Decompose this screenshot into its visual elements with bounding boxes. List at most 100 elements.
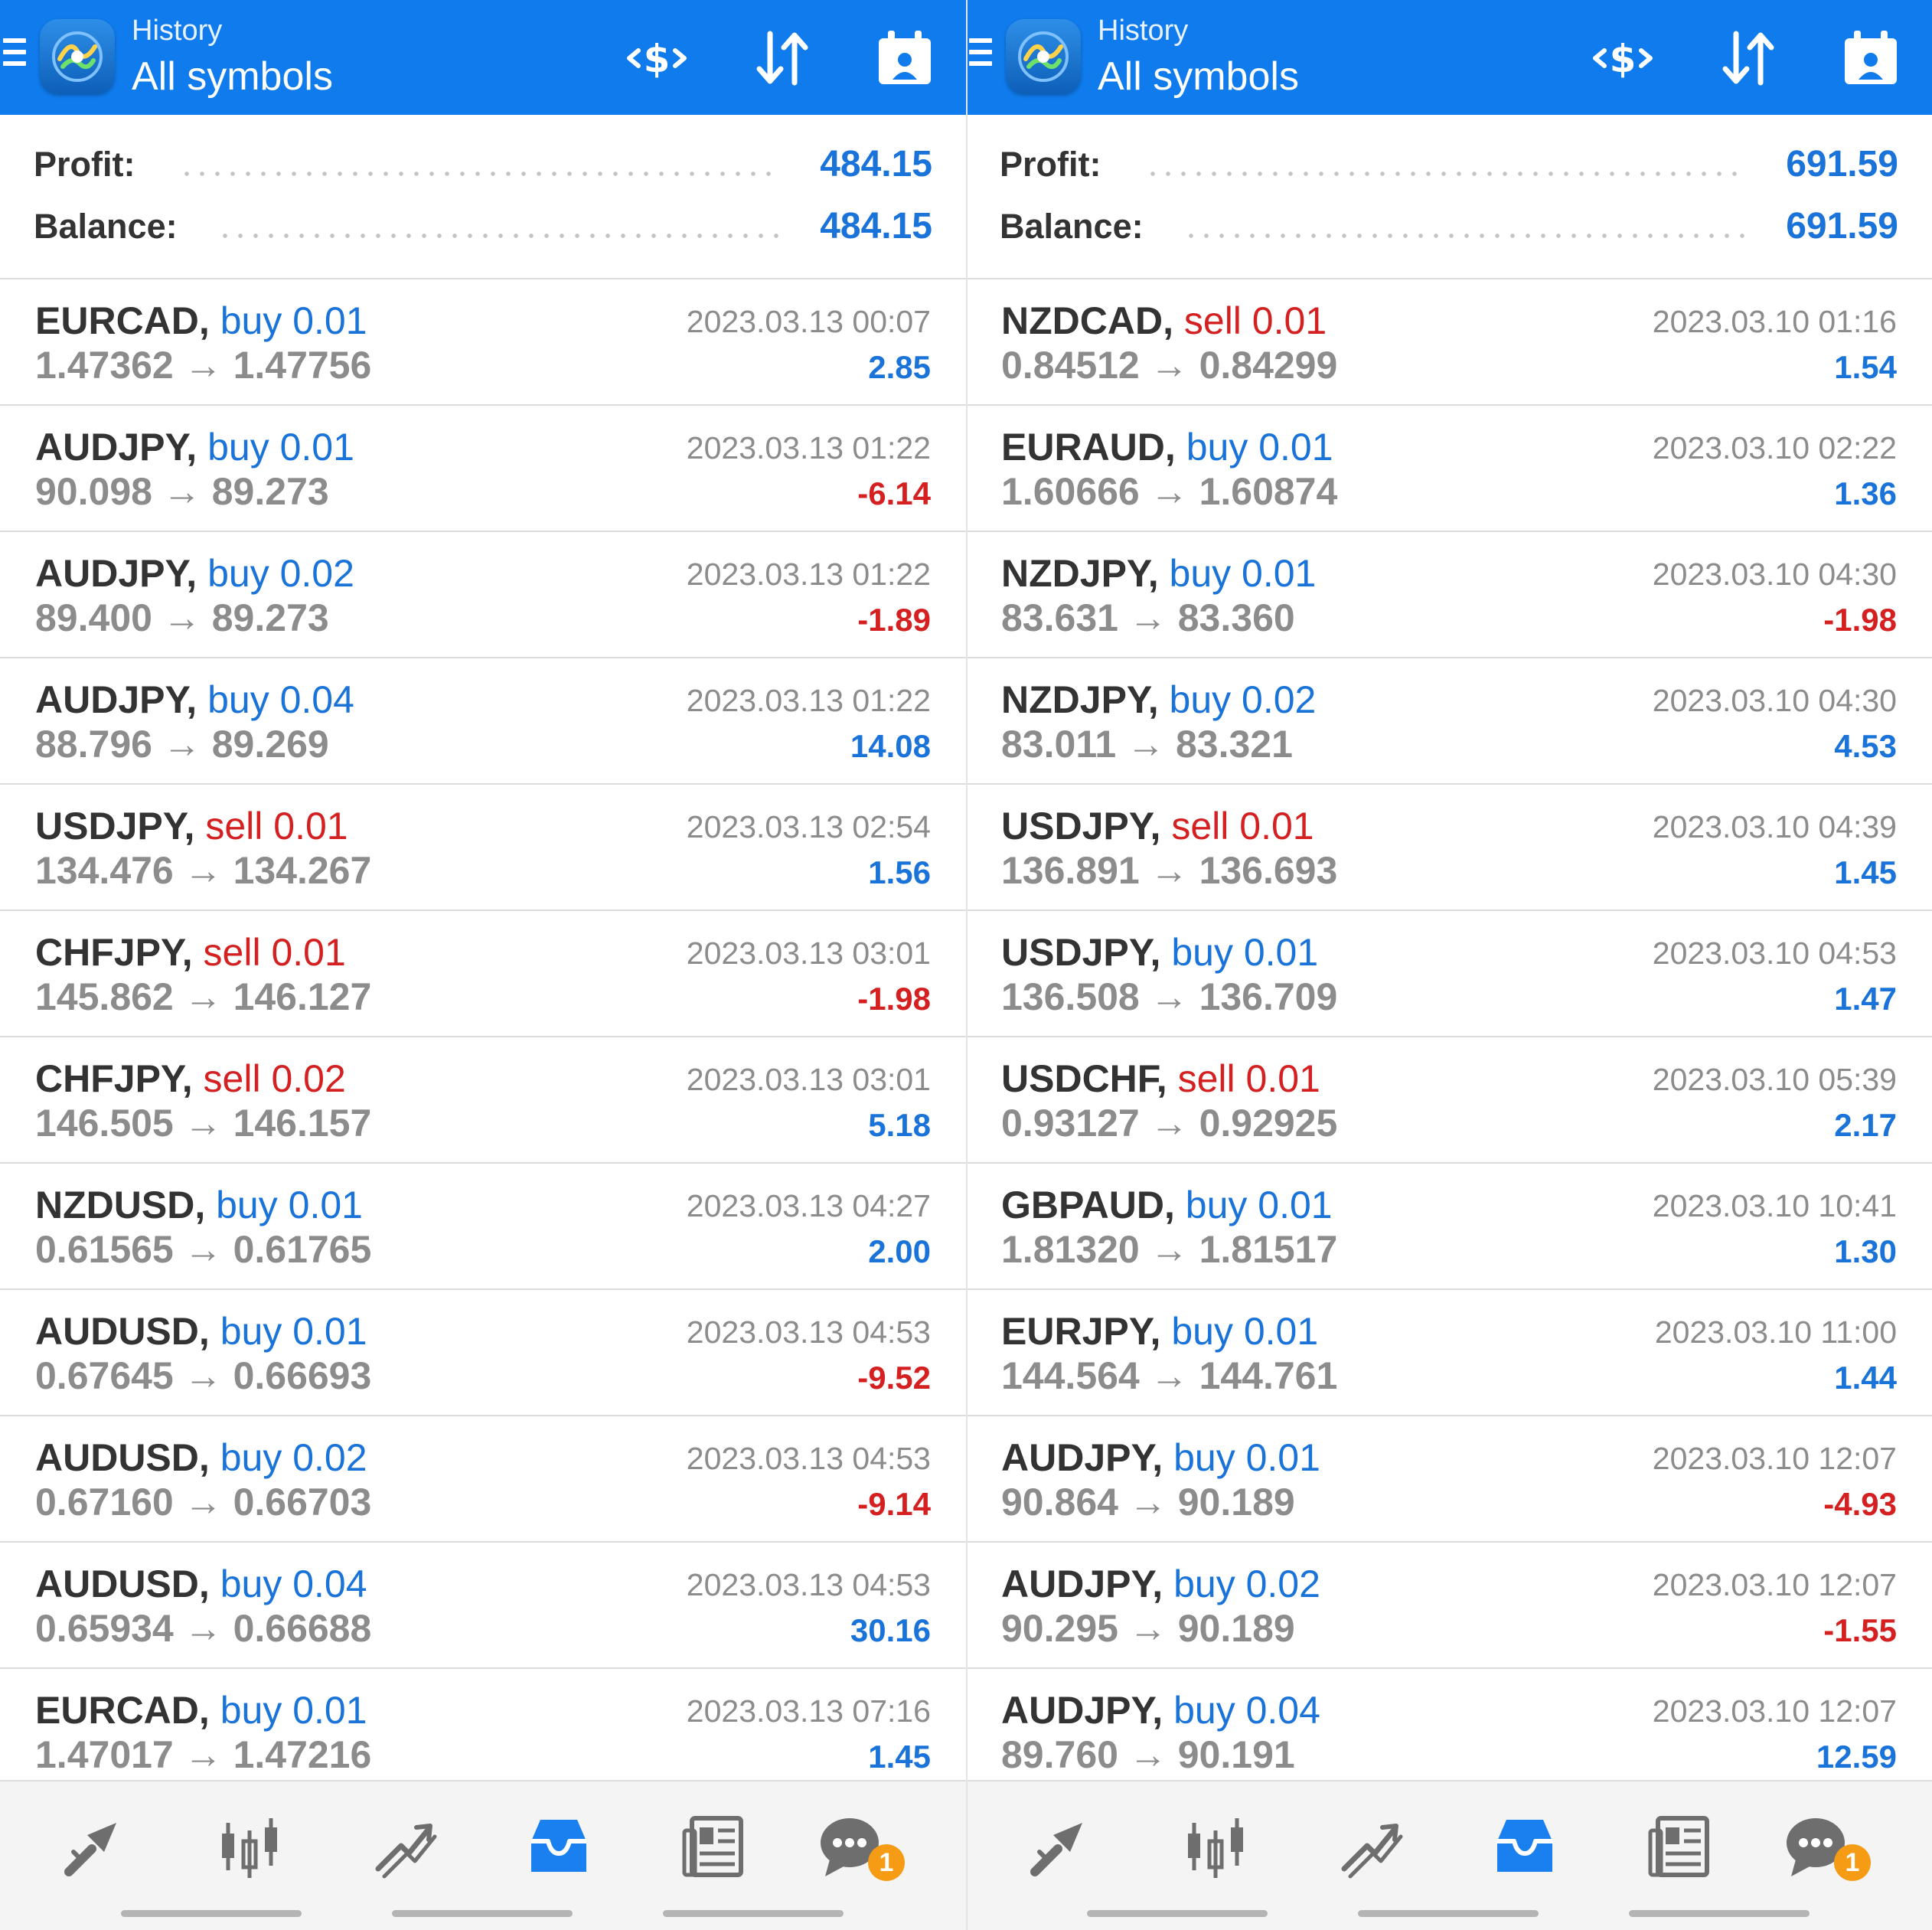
deal-row[interactable]: CHFJPY, sell 0.01 145.862 → 146.127 2023… xyxy=(0,911,966,1037)
profit-row: Profit: 691.59 xyxy=(1000,138,1898,191)
open-price: 0.67160 xyxy=(35,1481,174,1523)
calendar-icon[interactable] xyxy=(1839,28,1903,89)
deal-time: 2023.03.13 07:16 xyxy=(686,1693,931,1729)
deal-time: 2023.03.10 10:41 xyxy=(1652,1188,1897,1223)
currency-exchange-icon[interactable]: $ xyxy=(625,28,689,89)
deal-time: 2023.03.10 12:07 xyxy=(1652,1441,1897,1476)
deal-profit: 1.45 xyxy=(1834,854,1897,890)
chat-icon[interactable]: 1 xyxy=(814,1808,905,1884)
gesture-bar xyxy=(1087,1910,1268,1917)
deal-symbol: NZDJPY, xyxy=(1001,552,1159,595)
deal-row[interactable]: USDJPY, sell 0.01 136.891 → 136.693 2023… xyxy=(966,785,1932,911)
deal-row[interactable]: EURCAD, buy 0.01 1.47362 → 1.47756 2023.… xyxy=(0,279,966,406)
deal-title: EURAUD, buy 0.01 xyxy=(1001,424,1333,470)
deal-title: NZDJPY, buy 0.01 xyxy=(1001,550,1316,596)
deal-type: buy 0.01 xyxy=(1185,1184,1333,1226)
news-icon[interactable] xyxy=(1641,1808,1718,1884)
deal-row[interactable]: NZDCAD, sell 0.01 0.84512 → 0.84299 2023… xyxy=(966,279,1932,406)
deal-row[interactable]: USDCHF, sell 0.01 0.93127 → 0.92925 2023… xyxy=(966,1037,1932,1164)
history-icon[interactable] xyxy=(1487,1808,1563,1884)
deal-prices: 0.61565 → 0.61765 xyxy=(35,1226,371,1272)
symbol-filter[interactable]: All symbols xyxy=(1098,54,1299,100)
deal-title: AUDJPY, buy 0.01 xyxy=(1001,1435,1320,1481)
chart-icon[interactable] xyxy=(1177,1808,1254,1884)
open-price: 1.81320 xyxy=(1001,1228,1140,1271)
deal-title: AUDUSD, buy 0.02 xyxy=(35,1435,367,1481)
deal-list[interactable]: NZDCAD, sell 0.01 0.84512 → 0.84299 2023… xyxy=(966,279,1932,1780)
open-price: 83.631 xyxy=(1001,596,1118,639)
close-price: 83.321 xyxy=(1175,723,1293,766)
deal-title: AUDJPY, buy 0.04 xyxy=(1001,1687,1320,1733)
deal-row[interactable]: NZDUSD, buy 0.01 0.61565 → 0.61765 2023.… xyxy=(0,1164,966,1290)
deal-row[interactable]: AUDJPY, buy 0.04 88.796 → 89.269 2023.03… xyxy=(0,658,966,785)
chart-icon[interactable] xyxy=(211,1808,288,1884)
deal-symbol: NZDJPY, xyxy=(1001,678,1159,721)
sort-icon[interactable] xyxy=(750,28,814,89)
deal-row[interactable]: AUDJPY, buy 0.02 89.400 → 89.273 2023.03… xyxy=(0,532,966,658)
deal-row[interactable]: AUDUSD, buy 0.02 0.67160 → 0.66703 2023.… xyxy=(0,1416,966,1543)
deal-time: 2023.03.10 04:53 xyxy=(1652,936,1897,971)
calendar-icon[interactable] xyxy=(873,28,937,89)
close-price: 144.761 xyxy=(1199,1354,1338,1397)
deal-type: buy 0.01 xyxy=(1186,426,1333,469)
deal-prices: 1.47017 → 1.47216 xyxy=(35,1732,371,1778)
menu-icon[interactable] xyxy=(969,38,992,73)
arrow-right-icon: → xyxy=(184,1733,223,1776)
deal-prices: 0.67160 → 0.66703 xyxy=(35,1479,371,1525)
deal-symbol: USDCHF, xyxy=(1001,1057,1167,1100)
deal-title: USDJPY, buy 0.01 xyxy=(1001,929,1318,975)
sort-icon[interactable] xyxy=(1716,28,1780,89)
arrow-right-icon: → xyxy=(184,1607,223,1650)
deal-row[interactable]: NZDJPY, buy 0.02 83.011 → 83.321 2023.03… xyxy=(966,658,1932,785)
arrow-right-icon: → xyxy=(1150,1354,1189,1397)
deal-title: CHFJPY, sell 0.01 xyxy=(35,929,346,975)
menu-icon[interactable] xyxy=(3,38,26,73)
deal-prices: 144.564 → 144.761 xyxy=(1001,1353,1337,1399)
open-price: 136.508 xyxy=(1001,975,1140,1018)
deal-list[interactable]: EURCAD, buy 0.01 1.47362 → 1.47756 2023.… xyxy=(0,279,966,1780)
deal-prices: 0.65934 → 0.66688 xyxy=(35,1605,371,1651)
arrow-right-icon: → xyxy=(1128,1733,1167,1776)
deal-profit: -6.14 xyxy=(857,475,931,511)
trade-icon[interactable] xyxy=(366,1808,442,1884)
close-price: 89.273 xyxy=(211,596,329,639)
deal-row[interactable]: AUDJPY, buy 0.01 90.864 → 90.189 2023.03… xyxy=(966,1416,1932,1543)
quotes-icon[interactable] xyxy=(57,1808,133,1884)
deal-prices: 136.891 → 136.693 xyxy=(1001,847,1337,893)
deal-row[interactable]: EURJPY, buy 0.01 144.564 → 144.761 2023.… xyxy=(966,1290,1932,1416)
quotes-icon[interactable] xyxy=(1023,1808,1099,1884)
deal-row[interactable]: AUDUSD, buy 0.04 0.65934 → 0.66688 2023.… xyxy=(0,1543,966,1669)
deal-row[interactable]: AUDUSD, buy 0.01 0.67645 → 0.66693 2023.… xyxy=(0,1290,966,1416)
trade-icon[interactable] xyxy=(1332,1808,1408,1884)
deal-row[interactable]: CHFJPY, sell 0.02 146.505 → 146.157 2023… xyxy=(0,1037,966,1164)
deal-title: AUDJPY, buy 0.02 xyxy=(1001,1561,1320,1607)
deal-row[interactable]: GBPAUD, buy 0.01 1.81320 → 1.81517 2023.… xyxy=(966,1164,1932,1290)
deal-prices: 1.81320 → 1.81517 xyxy=(1001,1226,1337,1272)
deal-row[interactable]: EURCAD, buy 0.01 1.47017 → 1.47216 2023.… xyxy=(0,1669,966,1780)
deal-row[interactable]: USDJPY, sell 0.01 134.476 → 134.267 2023… xyxy=(0,785,966,911)
deal-row[interactable]: EURAUD, buy 0.01 1.60666 → 1.60874 2023.… xyxy=(966,406,1932,532)
chat-icon[interactable]: 1 xyxy=(1780,1808,1871,1884)
history-icon[interactable] xyxy=(521,1808,597,1884)
deal-row[interactable]: NZDJPY, buy 0.01 83.631 → 83.360 2023.03… xyxy=(966,532,1932,658)
gesture-bar xyxy=(392,1910,573,1917)
currency-exchange-icon[interactable]: $ xyxy=(1591,28,1655,89)
metatrader-logo xyxy=(1006,19,1081,94)
deal-prices: 1.60666 → 1.60874 xyxy=(1001,469,1337,514)
deal-type: buy 0.01 xyxy=(220,1310,367,1353)
deal-type: buy 0.02 xyxy=(220,1436,367,1479)
close-price: 136.693 xyxy=(1199,849,1338,892)
open-price: 83.011 xyxy=(1001,723,1117,766)
arrow-right-icon: → xyxy=(1128,1481,1167,1523)
news-icon[interactable] xyxy=(675,1808,752,1884)
symbol-filter[interactable]: All symbols xyxy=(132,54,333,100)
deal-row[interactable]: AUDJPY, buy 0.02 90.295 → 90.189 2023.03… xyxy=(966,1543,1932,1669)
deal-time: 2023.03.10 11:00 xyxy=(1654,1314,1897,1350)
deal-time: 2023.03.13 00:07 xyxy=(686,304,931,339)
arrow-right-icon: → xyxy=(184,1354,223,1397)
arrow-right-icon: → xyxy=(1150,975,1189,1018)
deal-row[interactable]: AUDJPY, buy 0.01 90.098 → 89.273 2023.03… xyxy=(0,406,966,532)
deal-symbol: AUDJPY, xyxy=(35,678,197,721)
deal-row[interactable]: AUDJPY, buy 0.04 89.760 → 90.191 2023.03… xyxy=(966,1669,1932,1780)
deal-row[interactable]: USDJPY, buy 0.01 136.508 → 136.709 2023.… xyxy=(966,911,1932,1037)
